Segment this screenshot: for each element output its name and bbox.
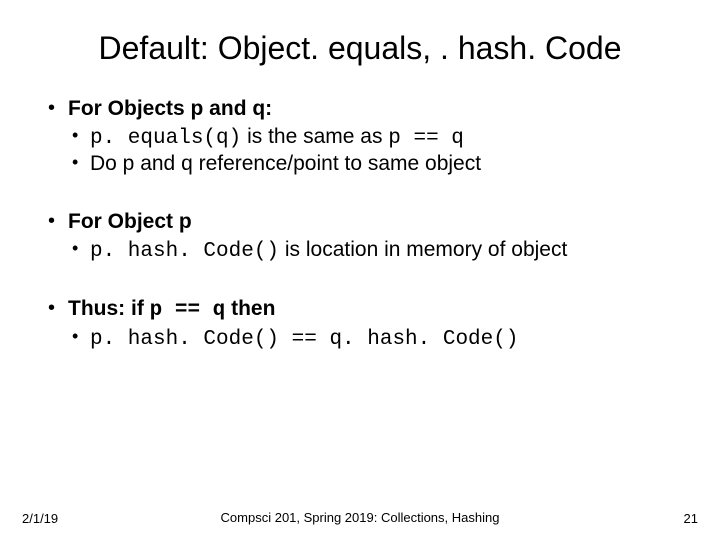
text: is location in memory of object bbox=[279, 238, 567, 261]
bullet-3-head-a: Thus: if bbox=[68, 297, 150, 320]
footer: 2/1/19 Compsci 201, Spring 2019: Collect… bbox=[0, 510, 720, 526]
bullet-1-sub-2: Do p and q reference/point to same objec… bbox=[68, 152, 680, 176]
bullet-1: For Objects p and q: p. equals(q) is the… bbox=[40, 97, 680, 176]
bullet-2-sub: p. hash. Code() is location in memory of… bbox=[68, 238, 680, 263]
bullet-1-sub-1: p. equals(q) is the same as p == q bbox=[68, 125, 680, 150]
code-hashcode: p. hash. Code() bbox=[90, 240, 279, 263]
text: is the same as bbox=[241, 125, 388, 148]
code-hash-eq: p. hash. Code() == q. hash. Code() bbox=[90, 328, 518, 351]
bullet-1-sub: p. equals(q) is the same as p == q Do p … bbox=[68, 125, 680, 176]
bullet-3-sub-1: p. hash. Code() == q. hash. Code() bbox=[68, 326, 680, 351]
bullet-1-head: For Objects p and q: bbox=[68, 97, 272, 120]
bullet-list: For Objects p and q: p. equals(q) is the… bbox=[40, 97, 680, 351]
footer-date: 2/1/19 bbox=[22, 511, 58, 526]
slide-title: Default: Object. equals, . hash. Code bbox=[40, 30, 680, 67]
slide: Default: Object. equals, . hash. Code Fo… bbox=[0, 0, 720, 540]
bullet-2-head: For Object p bbox=[68, 210, 192, 233]
bullet-3-sub: p. hash. Code() == q. hash. Code() bbox=[68, 326, 680, 351]
bullet-2: For Object p p. hash. Code() is location… bbox=[40, 210, 680, 263]
footer-course: Compsci 201, Spring 2019: Collections, H… bbox=[0, 510, 720, 526]
bullet-3-head-b: p == q bbox=[150, 299, 226, 322]
code-equals: p. equals(q) bbox=[90, 127, 241, 150]
footer-page: 21 bbox=[684, 511, 698, 526]
code-peqq: p == q bbox=[388, 127, 464, 150]
bullet-3-head-c: then bbox=[225, 297, 275, 320]
bullet-3: Thus: if p == q then p. hash. Code() == … bbox=[40, 297, 680, 351]
bullet-2-sub-1: p. hash. Code() is location in memory of… bbox=[68, 238, 680, 263]
